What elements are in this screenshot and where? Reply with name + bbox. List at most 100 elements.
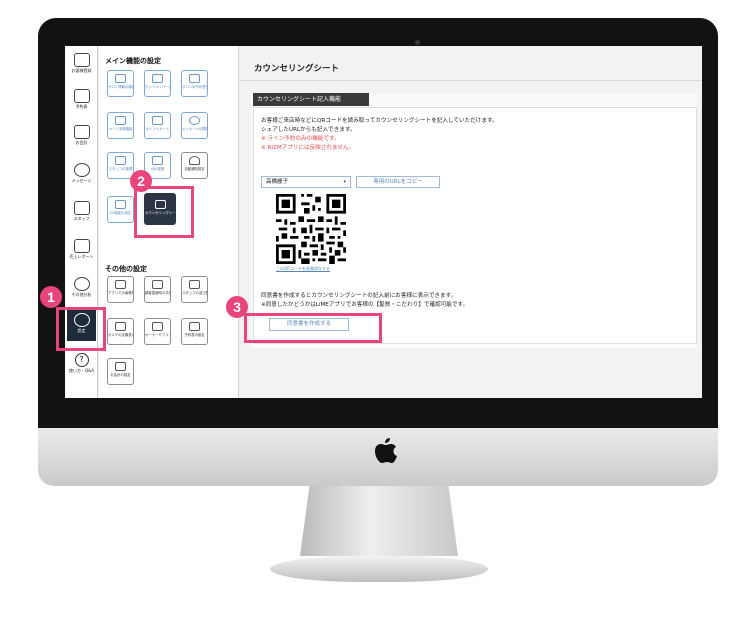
- tile-karte-display[interactable]: カルテの定義表示の部分のみ表示: [107, 318, 134, 345]
- calendar-icon: [189, 322, 200, 331]
- tile-staff-sort[interactable]: スタッフの並び替え: [181, 276, 208, 303]
- rail-label: お客様登録: [71, 68, 92, 73]
- register-icon: [115, 362, 126, 371]
- step1-highlight: [56, 307, 106, 351]
- chat-icon: [189, 116, 200, 125]
- rail-item-reservations[interactable]: 予約表: [67, 86, 96, 117]
- rail-label: 使い方・Q&A: [68, 368, 94, 373]
- rail-label: 売上レポート: [69, 254, 94, 259]
- tile-label: サロン情報の編集 新しい店舗の追加: [108, 85, 133, 89]
- tile-label: サロンの予約受付設定: [182, 85, 207, 89]
- tile-reservation-settings[interactable]: サロンの予約受付設定: [181, 70, 208, 97]
- rail-label: メッセージ: [71, 178, 92, 183]
- tile-label: SNS連携: [150, 167, 165, 171]
- rail-item-help[interactable]: ? 使い方・Q&A: [67, 351, 96, 381]
- step2-highlight: [134, 186, 194, 238]
- description-line-2: シェアしたURLからも記入できます。: [261, 127, 356, 133]
- tile-label: カルテの定義表示の部分のみ表示: [108, 333, 133, 337]
- tile-label: スタッフの並び替え: [182, 291, 207, 295]
- tile-salon-info[interactable]: サロン情報の編集 新しい店舗の追加: [107, 70, 134, 97]
- section-box: お客様ご来店時などにQRコードを読み取ってカウンセリングシートを記入していただけ…: [253, 107, 697, 344]
- qr-code-image: [276, 194, 346, 264]
- warning-line-2: ※ RIZMアプリには反映されません。: [261, 145, 355, 151]
- tile-checkout-settings[interactable]: お会計の設定: [107, 358, 134, 385]
- staff-select-value: 高橋麗子: [266, 179, 289, 185]
- register-icon: [73, 125, 90, 139]
- description-line-1: お客様ご来店時などにQRコードを読み取ってカウンセリングシートを記入していただけ…: [261, 118, 498, 124]
- counseling-card: カウンセリングシート記入機能 お客様ご来店時などにQRコードを読み取ってカウンセ…: [251, 93, 697, 348]
- link-icon: [152, 74, 163, 83]
- tile-label: スタッフの管理: [108, 167, 133, 171]
- tile-point-card[interactable]: ポイントカード: [144, 112, 171, 139]
- tile-duplicate-customer[interactable]: 顧客重複時の共有表の許可: [144, 276, 171, 303]
- tile-ec[interactable]: EC機能の設定: [107, 196, 134, 223]
- imac-chin: [38, 428, 718, 486]
- rail-item-staff[interactable]: スタッフ: [67, 198, 96, 229]
- tile-auto-notify[interactable]: 自動通知設定: [181, 152, 208, 179]
- staff-icon: [73, 201, 90, 215]
- tile-owner-free[interactable]: オーナーやフリーの予約情報の表示: [144, 318, 171, 345]
- warning-line-1: ※ ライン予約のみの機能です。: [261, 136, 340, 142]
- imac-stand-base: [270, 556, 488, 582]
- tile-message-stats[interactable]: メッセージの開封集計: [181, 112, 208, 139]
- step2-badge: 2: [130, 170, 152, 192]
- person-add-icon: [73, 53, 90, 67]
- chat-icon: [73, 163, 90, 177]
- main-settings-title: メイン機能の設定: [105, 57, 161, 65]
- sort-icon: [189, 280, 200, 289]
- bell-icon: [189, 156, 200, 165]
- rail-item-analytics[interactable]: その他分析: [67, 274, 96, 305]
- rail-label: その他分析: [71, 292, 92, 297]
- tile-label: オーナーやフリーの予約情報の表示: [145, 333, 170, 337]
- point-card-icon: [152, 116, 163, 125]
- image-icon: [115, 280, 126, 289]
- rail-label: お会計: [75, 140, 88, 145]
- tile-label: アプリでの画像情報の閲覧: [108, 291, 133, 295]
- rail-item-checkout[interactable]: お会計: [67, 122, 96, 153]
- tile-label: 自動通知設定: [184, 167, 205, 171]
- tile-label: ポイントカード: [145, 127, 170, 131]
- sns-icon: [152, 156, 163, 165]
- apple-logo-icon: [375, 438, 397, 463]
- credit-card-icon: [115, 116, 126, 125]
- camera-dot: [415, 40, 420, 45]
- rail-item-sales-report[interactable]: 売上レポート: [67, 236, 96, 267]
- tile-reservation-table[interactable]: 予約表の設定: [181, 318, 208, 345]
- bar-chart-icon: [73, 239, 90, 253]
- calendar-icon: [189, 74, 200, 83]
- staff-select[interactable]: 高橋麗子 ▾: [261, 176, 351, 188]
- karte-icon: [115, 322, 126, 331]
- tile-card-payment[interactable]: カード決済機能: [107, 112, 134, 139]
- rail-item-customer-register[interactable]: お客様登録: [67, 50, 96, 81]
- rail-label: スタッフ: [73, 216, 90, 221]
- tile-label: カード決済機能: [108, 127, 133, 131]
- qr-save-link[interactable]: このQRコードを画像保存する: [276, 266, 330, 272]
- copy-url-button[interactable]: 専用のURLをコピー: [356, 176, 440, 188]
- other-settings-title: その他の設定: [105, 265, 147, 273]
- question-icon: ?: [74, 353, 89, 367]
- tile-label: EC機能の設定: [109, 211, 132, 215]
- tile-label: メッセージの開封集計: [182, 127, 207, 131]
- pie-chart-icon: [73, 277, 90, 291]
- tile-label: お会計の設定: [110, 373, 131, 377]
- tile-label: 予約表の設定: [184, 333, 205, 337]
- cart-icon: [115, 200, 126, 209]
- tile-staff-manage[interactable]: スタッフの管理: [107, 152, 134, 179]
- title-divider: [240, 80, 702, 81]
- consent-note-line-1: 同意書を作成するとカウンセリングシートの記入前にお客様に表示できます。: [261, 293, 457, 299]
- step3-highlight: [244, 313, 382, 343]
- tile-hotpepper[interactable]: ホットペッパー連携: [144, 70, 171, 97]
- step3-badge: 3: [226, 296, 248, 318]
- tile-label: 顧客重複時の共有表の許可: [145, 291, 170, 295]
- owner-icon: [152, 322, 163, 331]
- step1-badge: 1: [40, 286, 62, 308]
- tile-app-image[interactable]: アプリでの画像情報の閲覧: [107, 276, 134, 303]
- store-icon: [115, 74, 126, 83]
- staff-icon: [115, 156, 126, 165]
- section-label: カウンセリングシート記入機能: [253, 93, 369, 106]
- calendar-icon: [73, 89, 90, 103]
- chevron-down-icon: ▾: [343, 179, 346, 185]
- main-content: カウンセリングシート カウンセリングシート記入機能 お客様ご来店時などにQRコー…: [240, 46, 702, 398]
- rail-item-messages[interactable]: メッセージ: [67, 160, 96, 191]
- rail-label: 予約表: [75, 104, 88, 109]
